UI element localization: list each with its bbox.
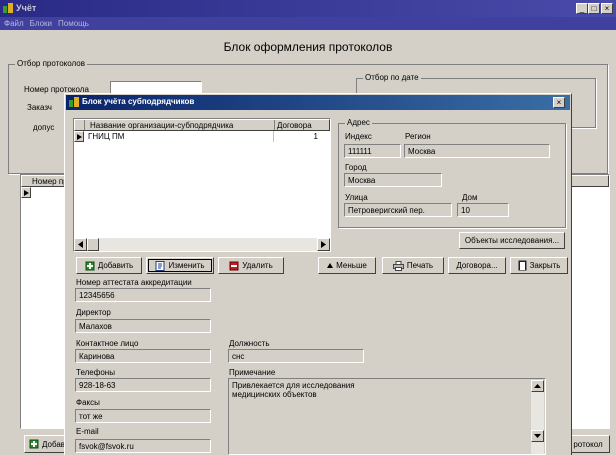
grid-col-number: Номер пр <box>32 177 68 186</box>
grid-row-indicator <box>21 187 31 198</box>
add-icon <box>29 439 39 449</box>
director-label: Директор <box>76 308 111 317</box>
city-field[interactable]: Москва <box>344 173 442 187</box>
index-label: Индекс <box>345 132 372 141</box>
note-line-2: медицинских объектов <box>232 390 317 399</box>
note-vscrollbar[interactable] <box>531 380 544 454</box>
house-label: Дом <box>462 193 478 202</box>
index-field[interactable]: 111111 <box>344 144 401 158</box>
minimize-icon[interactable]: _ <box>576 3 588 14</box>
edit-icon <box>155 260 165 271</box>
col-divider <box>274 120 275 130</box>
col-org-name[interactable]: Название организации-субподрядчика <box>90 121 233 130</box>
main-heading: Блок оформления протоколов <box>223 40 393 54</box>
phones-field[interactable]: 928-18-63 <box>75 378 211 392</box>
phones-label: Телефоны <box>76 368 115 377</box>
dialog-title: Блок учёта субподрядчиков <box>82 97 195 106</box>
street-label: Улица <box>345 193 368 202</box>
scroll-up-icon[interactable] <box>531 380 544 392</box>
city-label: Город <box>345 163 367 172</box>
scroll-right-icon[interactable] <box>317 238 330 251</box>
position-label: Должность <box>229 339 270 348</box>
add-subcontractor-button[interactable]: Добавить <box>76 257 142 274</box>
address-title: Адрес <box>345 118 372 127</box>
menu-file[interactable]: Файл <box>4 19 24 28</box>
main-title-bar[interactable] <box>0 0 616 17</box>
col-contracts[interactable]: Договора <box>277 121 312 130</box>
fax-label: Факсы <box>76 398 100 407</box>
position-field[interactable]: снс <box>228 349 364 363</box>
date-filter-title: Отбор по дате <box>363 73 421 82</box>
house-field[interactable]: 10 <box>457 203 509 217</box>
delete-subcontractor-button[interactable]: Удалить <box>218 257 284 274</box>
contact-label: Контактное лицо <box>76 339 139 348</box>
table-row[interactable]: ГНИЦ ПМ 1 <box>74 131 330 142</box>
fax-field[interactable]: тот же <box>75 409 211 423</box>
printer-icon <box>392 260 404 271</box>
email-field[interactable]: fsvok@fsvok.ru <box>75 439 211 453</box>
region-field[interactable]: Москва <box>404 144 550 158</box>
main-menu-bar: Файл Блоки Помощь <box>4 19 89 28</box>
less-button[interactable]: Меньше <box>318 257 376 274</box>
table-indicator-header <box>75 120 85 130</box>
dialog-icon <box>69 97 79 107</box>
scroll-down-icon[interactable] <box>531 430 544 442</box>
row-divider <box>273 131 274 142</box>
app-icon <box>3 3 13 13</box>
main-title: Учёт <box>16 3 37 13</box>
row-contracts: 1 <box>313 132 318 141</box>
delete-icon <box>229 261 239 270</box>
protocol-filter-title: Отбор протоколов <box>15 59 87 68</box>
row-indicator <box>74 131 84 142</box>
director-field[interactable]: Малахов <box>75 319 211 333</box>
triangle-up-icon <box>327 263 334 268</box>
note-textarea[interactable]: Привлекается для исследования медицински… <box>228 378 546 455</box>
street-field[interactable]: Петроверигский пер. <box>344 203 452 217</box>
menu-help[interactable]: Помощь <box>58 19 89 28</box>
close-dialog-button[interactable]: Закрыть <box>510 257 568 274</box>
contracts-button[interactable]: Договора... <box>448 257 506 274</box>
certificate-label: Номер аттестата аккредитации <box>76 278 192 287</box>
scroll-left-icon[interactable] <box>74 238 87 251</box>
contact-field[interactable]: Каринова <box>75 349 211 363</box>
door-icon <box>518 260 527 271</box>
table-hscrollbar[interactable] <box>74 238 330 251</box>
main-protocol-button[interactable]: ротокол <box>566 435 610 453</box>
note-line-1: Привлекается для исследования <box>232 381 355 390</box>
row-org-name: ГНИЦ ПМ <box>88 132 125 141</box>
subcontractor-table-header: Название организации-субподрядчика Догов… <box>74 119 330 131</box>
menu-blocks[interactable]: Блоки <box>30 19 52 28</box>
customer-label: Заказч <box>27 103 52 112</box>
email-label: E-mail <box>76 427 99 436</box>
admitted-label: допус <box>33 123 55 132</box>
edit-subcontractor-button[interactable]: Изменить <box>146 257 214 274</box>
main-window-controls: _ □ × <box>576 3 613 14</box>
note-label: Примечание <box>229 368 276 377</box>
maximize-icon[interactable]: □ <box>588 3 600 14</box>
dialog-close-icon[interactable]: × <box>553 97 565 108</box>
scroll-thumb[interactable] <box>87 238 99 251</box>
region-label: Регион <box>405 132 431 141</box>
close-icon[interactable]: × <box>601 3 613 14</box>
print-button[interactable]: Печать <box>382 257 444 274</box>
certificate-field[interactable]: 12345656 <box>75 288 211 302</box>
research-objects-button[interactable]: Объекты исследования... <box>459 232 565 249</box>
add-icon <box>85 261 95 270</box>
